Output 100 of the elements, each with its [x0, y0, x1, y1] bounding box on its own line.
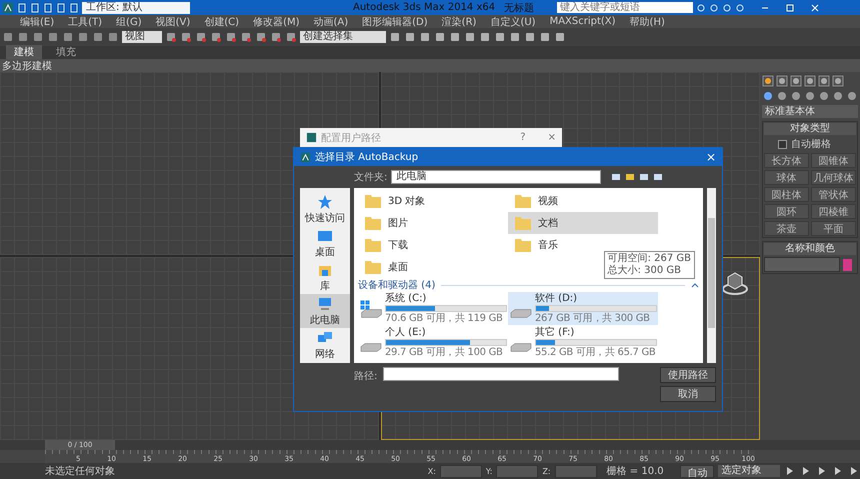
folder-item[interactable]: 桌面	[358, 256, 508, 278]
category-dropdown[interactable]: 标准基本体	[762, 105, 858, 118]
tool-icon[interactable]	[554, 31, 566, 43]
close-button[interactable]: ×	[706, 150, 716, 164]
primitive-button[interactable]: 圆锥体	[811, 153, 856, 168]
category-icon[interactable]	[790, 90, 802, 102]
name-field[interactable]	[764, 257, 840, 272]
menu-item[interactable]: 图形编辑器(D)	[362, 14, 428, 28]
drive-item[interactable]: 软件 (D:) 267 GB 可用，共 300 GB	[508, 292, 658, 325]
folder-item[interactable]: 视频	[508, 190, 658, 212]
nav-item[interactable]: 库	[300, 260, 350, 294]
dialog-button[interactable]: 使用路径	[660, 367, 716, 383]
tool-icon[interactable]	[404, 31, 416, 43]
close-button[interactable]: ×	[548, 132, 556, 143]
nav-tool-icon[interactable]	[611, 172, 622, 182]
drive-item[interactable]: 系统 (C:) 70.6 GB 可用，共 119 GB	[358, 292, 508, 325]
primitive-button[interactable]: 圆柱体	[764, 187, 809, 202]
primitive-button[interactable]: 几何球体	[811, 170, 856, 185]
category-icon[interactable]	[832, 90, 844, 102]
category-icon[interactable]	[762, 90, 774, 102]
nav-item[interactable]: 快速访问	[300, 192, 350, 226]
ribbon-tab[interactable]: 建模	[6, 45, 42, 59]
tool-icon[interactable]	[494, 31, 506, 43]
tool-icon[interactable]	[464, 31, 476, 43]
tool-icon[interactable]	[225, 31, 237, 43]
nav-item[interactable]: 此电脑	[300, 294, 350, 328]
rollout-header[interactable]: 对象类型	[764, 123, 856, 135]
nav-tool-icon[interactable]	[625, 172, 636, 182]
menu-item[interactable]: MAXScript(X)	[550, 16, 616, 27]
menu-item[interactable]: 工具(T)	[68, 14, 102, 28]
tool-icon[interactable]	[17, 31, 29, 43]
tool-icon[interactable]	[285, 31, 297, 43]
primitive-button[interactable]: 管状体	[811, 187, 856, 202]
tool-icon[interactable]	[524, 31, 536, 43]
scrollbar[interactable]	[707, 188, 716, 363]
drive-item[interactable]: 其它 (F:) 55.2 GB 可用，共 65.7 GB	[508, 326, 658, 359]
path-field[interactable]	[383, 367, 620, 381]
ribbon-tab[interactable]: 填充	[48, 45, 84, 59]
tool-icon[interactable]	[32, 31, 44, 43]
primitive-button[interactable]: 平面	[811, 221, 856, 236]
menu-item[interactable]: 动画(A)	[314, 14, 348, 28]
drive-item[interactable]: 个人 (E:) 29.7 GB 可用，共 100 GB	[358, 326, 508, 359]
maximize-icon[interactable]	[785, 2, 796, 12]
category-icon[interactable]	[804, 90, 816, 102]
checkbox[interactable]	[778, 140, 787, 148]
selection-dropdown[interactable]: 选定对象	[718, 465, 780, 477]
menu-item[interactable]: 创建(C)	[204, 14, 240, 28]
folder-item[interactable]: 下载	[358, 234, 508, 256]
panel-tab-icon[interactable]	[832, 75, 844, 87]
color-swatch[interactable]	[843, 258, 852, 270]
dialog-button[interactable]: 取消	[660, 386, 716, 402]
panel-tab-icon[interactable]	[818, 75, 830, 87]
tool-icon[interactable]	[180, 31, 192, 43]
primitive-button[interactable]: 圆环	[764, 204, 809, 219]
panel-tab-icon[interactable]	[804, 75, 816, 87]
menu-item[interactable]: 帮助(H)	[630, 14, 665, 28]
folder-item[interactable]: 文档	[508, 212, 658, 234]
view-dropdown[interactable]: 视图	[122, 31, 162, 43]
panel-tab-icon[interactable]	[762, 75, 774, 87]
primitive-button[interactable]: 长方体	[764, 153, 809, 168]
primitive-button[interactable]: 四棱锥	[811, 204, 856, 219]
tool-icon[interactable]	[270, 31, 282, 43]
tool-icon[interactable]	[479, 31, 491, 43]
tool-icon[interactable]	[195, 31, 207, 43]
tool-icon[interactable]	[47, 31, 59, 43]
primitive-button[interactable]: 球体	[764, 170, 809, 185]
category-icon[interactable]	[776, 90, 788, 102]
category-icon[interactable]	[818, 90, 830, 102]
primitive-button[interactable]: 茶壶	[764, 221, 809, 236]
tool-icon[interactable]	[2, 31, 14, 43]
tool-icon[interactable]	[419, 31, 431, 43]
panel-tab-icon[interactable]	[776, 75, 788, 87]
coordinate-field[interactable]	[440, 464, 482, 478]
coordinate-field[interactable]	[496, 464, 538, 478]
nav-item[interactable]: 桌面	[300, 226, 350, 260]
tool-icon[interactable]	[389, 31, 401, 43]
tool-icon[interactable]	[92, 31, 104, 43]
tool-icon[interactable]	[449, 31, 461, 43]
category-icon[interactable]	[846, 90, 858, 102]
menu-item[interactable]: 渲染(R)	[442, 14, 476, 28]
collapse-icon[interactable]	[691, 282, 699, 288]
menu-item[interactable]: 组(G)	[116, 14, 142, 28]
nav-tool-icon[interactable]	[653, 172, 664, 182]
coordinate-field[interactable]	[554, 464, 597, 478]
folder-dropdown[interactable]: 此电脑	[391, 170, 602, 184]
auto-key-button[interactable]: 自动	[680, 464, 714, 478]
tool-icon[interactable]	[165, 31, 177, 43]
tool-icon[interactable]	[210, 31, 222, 43]
tool-icon[interactable]	[509, 31, 521, 43]
menu-item[interactable]: 视图(V)	[156, 14, 190, 28]
tool-icon[interactable]	[434, 31, 446, 43]
ribbon-panel-label[interactable]: 多边形建模	[2, 58, 52, 72]
nav-item[interactable]: 网络	[300, 328, 350, 362]
panel-tab-icon[interactable]	[790, 75, 802, 87]
menu-item[interactable]: 修改器(M)	[253, 14, 300, 28]
tool-icon[interactable]	[77, 31, 89, 43]
menu-item[interactable]: 编辑(E)	[20, 14, 54, 28]
tool-icon[interactable]	[62, 31, 74, 43]
selection-set-dropdown[interactable]: 创建选择集	[300, 31, 386, 43]
tool-icon[interactable]	[539, 31, 551, 43]
